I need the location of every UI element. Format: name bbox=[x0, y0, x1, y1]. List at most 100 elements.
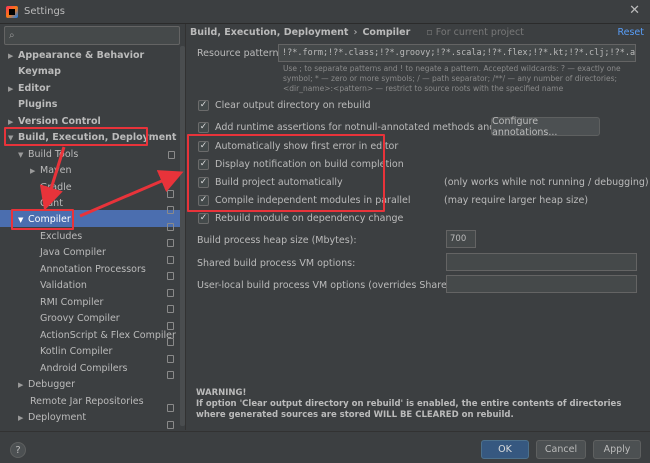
breadcrumb-parent[interactable]: Build, Execution, Deployment bbox=[190, 27, 348, 38]
intellij-logo-icon bbox=[6, 5, 18, 18]
checkbox-clear-output[interactable]: ✓ bbox=[198, 99, 209, 111]
sidebar-item-rmi-compiler[interactable]: RMI Compiler bbox=[40, 294, 103, 311]
sidebar-item-label: Java Compiler bbox=[40, 247, 106, 258]
project-scope-icon bbox=[167, 173, 174, 181]
shared-vm-options-input[interactable] bbox=[446, 253, 637, 271]
sidebar-item-label: Plugins bbox=[18, 99, 58, 110]
sidebar-scrollbar[interactable] bbox=[180, 46, 185, 426]
search-icon: ⌕ bbox=[9, 30, 15, 41]
breadcrumb-current: Compiler bbox=[362, 26, 411, 38]
expand-arrow-icon[interactable]: ▶ bbox=[8, 52, 18, 60]
sidebar-item-label: Maven bbox=[40, 165, 72, 176]
resource-patterns-hint: Use ; to separate patterns and ! to nega… bbox=[283, 64, 621, 93]
option-label: Clear output directory on rebuild bbox=[215, 99, 371, 111]
expand-arrow-icon[interactable]: ▶ bbox=[30, 167, 40, 175]
sidebar-item-label: Debugger bbox=[28, 379, 76, 390]
sidebar-item-maven[interactable]: ▶ Maven bbox=[30, 162, 72, 179]
dialog-footer: ? OK Cancel Apply bbox=[0, 431, 650, 463]
configure-annotations-button[interactable]: Configure annotations... bbox=[491, 116, 600, 138]
sidebar-item-label: Remote Jar Repositories bbox=[30, 396, 144, 407]
sidebar-item-label: Groovy Compiler bbox=[40, 313, 120, 324]
annotation-box-options bbox=[187, 134, 385, 212]
sidebar-item-label: RMI Compiler bbox=[40, 297, 104, 308]
project-scope-icon bbox=[167, 272, 174, 280]
project-scope-icon bbox=[167, 421, 174, 429]
sidebar-item-actionscript-flex-compiler[interactable]: ActionScript & Flex Compiler bbox=[40, 327, 176, 344]
expand-arrow-icon[interactable]: ▶ bbox=[18, 381, 28, 389]
project-scope-icon bbox=[167, 239, 174, 247]
sidebar-item-editor[interactable]: ▶ Editor bbox=[8, 80, 50, 97]
expand-arrow-icon[interactable]: ▶ bbox=[18, 414, 28, 422]
project-scope-icon bbox=[167, 355, 174, 363]
build-auto-note: (only works while not running / debuggin… bbox=[444, 177, 649, 188]
expand-arrow-icon[interactable]: ▶ bbox=[8, 85, 18, 93]
annotation-box-build-execution bbox=[4, 127, 148, 146]
sidebar-item-label: Appearance & Behavior bbox=[18, 50, 145, 61]
project-scope-icon bbox=[168, 150, 175, 159]
sidebar-item-java-compiler[interactable]: Java Compiler bbox=[40, 244, 106, 261]
help-button[interactable]: ? bbox=[10, 442, 26, 458]
sidebar-item-label: Annotation Processors bbox=[40, 264, 146, 275]
sidebar-item-label: Android Compilers bbox=[40, 363, 128, 374]
project-scope-icon bbox=[167, 371, 174, 379]
sidebar-item-kotlin-compiler[interactable]: Kotlin Compiler bbox=[40, 343, 112, 360]
sidebar-item-annotation-processors[interactable]: Annotation Processors bbox=[40, 261, 146, 278]
project-scope-icon bbox=[167, 338, 174, 346]
project-scope-icon bbox=[167, 322, 174, 330]
sidebar-item-excludes[interactable]: Excludes bbox=[40, 228, 82, 245]
project-scope-icon bbox=[167, 223, 174, 231]
sidebar-item-android-compilers[interactable]: Android Compilers bbox=[40, 360, 127, 377]
parallel-note: (may require larger heap size) bbox=[444, 195, 589, 206]
project-scope-icon bbox=[167, 256, 174, 264]
warning-title: WARNING! bbox=[196, 388, 247, 398]
sidebar-item-label: Deployment bbox=[28, 412, 87, 423]
heap-size-label: Build process heap size (Mbytes): bbox=[197, 235, 357, 246]
settings-header: Build, Execution, Deployment › Compiler … bbox=[190, 24, 650, 40]
settings-search-input[interactable]: ⌕ bbox=[4, 26, 180, 45]
ok-button[interactable]: OK bbox=[481, 440, 529, 459]
resource-patterns-input[interactable]: !?*.form;!?*.class;!?*.groovy;!?*.scala;… bbox=[278, 44, 636, 62]
sidebar-item-debugger[interactable]: ▶ Debugger bbox=[18, 376, 75, 393]
collapse-arrow-icon[interactable]: ▼ bbox=[18, 151, 28, 159]
sidebar-item-keymap[interactable]: Keymap bbox=[18, 63, 61, 80]
sidebar-item-label: Editor bbox=[18, 83, 51, 94]
sidebar-item-label: ActionScript & Flex Compiler bbox=[40, 330, 176, 341]
checkbox-rebuild-on-dependency[interactable]: ✓ bbox=[198, 212, 209, 224]
scope-note-text: For current project bbox=[435, 26, 524, 38]
sidebar-item-groovy-compiler[interactable]: Groovy Compiler bbox=[40, 310, 120, 327]
sidebar-item-gradle[interactable]: Gradle bbox=[40, 179, 72, 196]
sidebar-item-deployment[interactable]: ▶ Deployment bbox=[18, 409, 86, 426]
project-scope-icon bbox=[167, 289, 174, 297]
sidebar-item-label: Build Tools bbox=[28, 149, 79, 160]
sidebar-item-remote-jar-repositories[interactable]: Remote Jar Repositories bbox=[30, 393, 144, 410]
project-scope-icon bbox=[167, 404, 174, 412]
option-label: Rebuild module on dependency change bbox=[215, 212, 404, 224]
cancel-button[interactable]: Cancel bbox=[536, 440, 586, 459]
close-icon[interactable]: ✕ bbox=[629, 4, 640, 18]
user-vm-options-input[interactable] bbox=[446, 275, 637, 293]
option-clear-output[interactable]: ✓ Clear output directory on rebuild bbox=[198, 97, 371, 113]
warning-text: If option 'Clear output directory on reb… bbox=[196, 399, 622, 420]
sidebar-item-label: Version Control bbox=[18, 116, 101, 127]
resource-patterns-label: Resource patterns: bbox=[197, 48, 287, 59]
heap-size-input[interactable]: 700 bbox=[446, 230, 476, 248]
project-scope-note: ▫ For current project bbox=[426, 26, 524, 38]
sidebar-item-build-tools[interactable]: ▼ Build Tools bbox=[18, 146, 175, 163]
shared-vm-options-label: Shared build process VM options: bbox=[197, 258, 356, 269]
sidebar-item-label: Gradle bbox=[40, 182, 72, 193]
sidebar-item-appearance[interactable]: ▶ Appearance & Behavior bbox=[8, 47, 144, 64]
breadcrumb-separator: › bbox=[353, 26, 358, 38]
project-scope-icon bbox=[167, 206, 174, 214]
apply-button[interactable]: Apply bbox=[593, 440, 641, 459]
sidebar-item-label: Gant bbox=[40, 198, 63, 209]
project-scope-icon bbox=[167, 305, 174, 313]
reset-link[interactable]: Reset bbox=[617, 27, 644, 38]
project-scope-icon bbox=[167, 190, 174, 198]
sidebar-item-plugins[interactable]: Plugins bbox=[18, 96, 57, 113]
checkbox-runtime-assertions[interactable]: ✓ bbox=[198, 121, 209, 133]
option-rebuild-on-dependency[interactable]: ✓ Rebuild module on dependency change bbox=[198, 210, 403, 226]
expand-arrow-icon[interactable]: ▶ bbox=[8, 118, 18, 126]
sidebar-item-validation[interactable]: Validation bbox=[40, 277, 87, 294]
sidebar-item-label: Validation bbox=[40, 280, 87, 291]
annotation-box-compiler bbox=[11, 209, 74, 230]
